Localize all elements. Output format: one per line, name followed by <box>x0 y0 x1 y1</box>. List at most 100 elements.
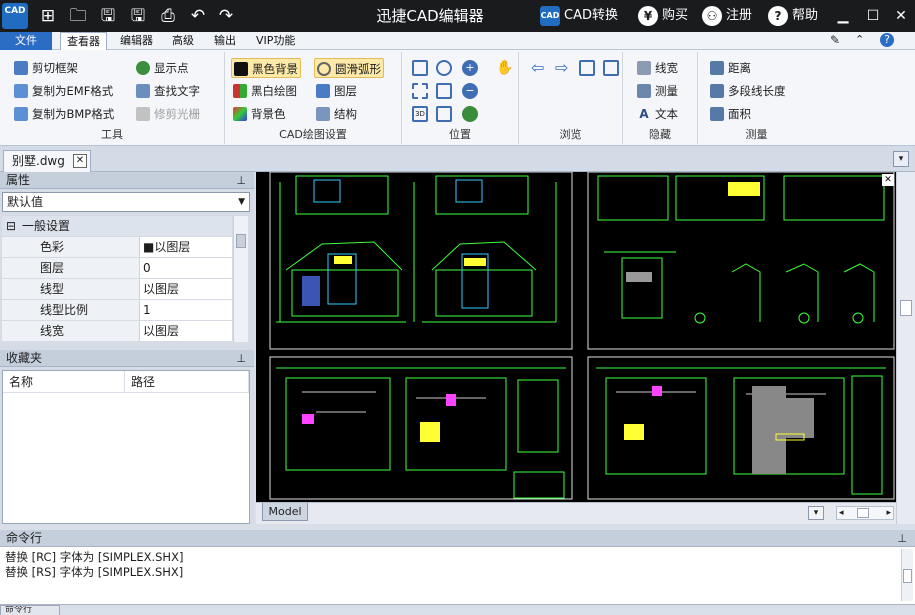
view-options-icon[interactable] <box>462 106 478 122</box>
app-logo[interactable]: CAD <box>2 3 28 29</box>
canvas-close-icon[interactable]: ✕ <box>882 174 894 186</box>
zoom-out-icon[interactable]: − <box>462 83 478 99</box>
close-button[interactable]: ✕ <box>890 5 912 27</box>
rotate-view-icon[interactable] <box>436 106 452 122</box>
property-row[interactable]: 线型比例 1 <box>2 300 232 321</box>
save-as-icon[interactable]: 🖫 <box>128 6 148 26</box>
area-label: 面积 <box>728 107 751 121</box>
arrow-left-icon[interactable]: ⇦ <box>531 60 547 76</box>
tab-advanced[interactable]: 高级 <box>166 32 200 50</box>
collapse-ribbon-icon[interactable]: ⌃ <box>855 33 864 46</box>
close-tab-icon[interactable]: ✕ <box>73 154 87 168</box>
command-output[interactable]: 替换 [RC] 字体为 [SIMPLEX.SHX] 替换 [RS] 字体为 [S… <box>0 547 915 605</box>
canvas-scroll-thumb[interactable] <box>900 300 912 316</box>
dimension-button[interactable]: 测量 <box>635 81 680 101</box>
tab-viewer[interactable]: 查看器 <box>60 32 107 51</box>
text-button[interactable]: A 文本 <box>635 104 680 124</box>
property-row[interactable]: 图层 0 <box>2 258 232 279</box>
export-view-icon[interactable] <box>603 60 619 76</box>
open-icon[interactable]: 🗀 <box>68 6 88 26</box>
tabs-dropdown-icon[interactable]: ▾ <box>893 151 909 167</box>
edit-icon[interactable]: ✎ <box>830 33 840 47</box>
properties-selector[interactable]: 默认值 ▼ <box>2 192 250 212</box>
save-icon[interactable]: 🖫 <box>98 6 118 26</box>
column-name[interactable]: 名称 <box>3 371 125 393</box>
pin-icon[interactable]: ⊥ <box>236 350 246 367</box>
layout-dropdown-icon[interactable]: ▾ <box>808 506 824 520</box>
property-group[interactable]: ⊟ 一般设置 <box>2 216 232 237</box>
scroll-left-icon[interactable]: ◂ <box>839 507 844 519</box>
print-icon[interactable]: ⎙ <box>158 6 178 26</box>
property-row[interactable]: 线型 以图层 <box>2 279 232 300</box>
copy-bmp-button[interactable]: 复制为BMP格式 <box>12 104 116 124</box>
property-row[interactable]: 色彩 ■以图层 <box>2 237 232 258</box>
zoom-window-icon[interactable] <box>436 60 452 76</box>
property-value[interactable]: 以图层 <box>139 279 232 299</box>
document-tab[interactable]: 别墅.dwg ✕ <box>3 150 91 172</box>
ribbon-help-icon[interactable]: ? <box>880 33 894 47</box>
arrow-right-icon[interactable]: ⇨ <box>555 60 571 76</box>
command-scrollbar[interactable] <box>901 549 913 601</box>
properties-scrollbar[interactable] <box>233 216 248 342</box>
pin-icon[interactable]: ⊥ <box>897 530 907 547</box>
tab-output[interactable]: 输出 <box>208 32 242 50</box>
property-value[interactable]: 0 <box>139 258 232 278</box>
zoom-previous-icon[interactable] <box>436 83 452 99</box>
3d-orbit-icon[interactable]: 3D <box>412 106 428 122</box>
command-tab[interactable]: 命令行 <box>0 605 60 615</box>
property-row[interactable]: 线宽 以图层 <box>2 321 232 342</box>
model-tab[interactable]: Model <box>262 503 308 521</box>
black-background-button[interactable]: 黑色背景 <box>231 58 301 78</box>
tab-file[interactable]: 文件 <box>0 32 52 50</box>
open-view-icon[interactable] <box>579 60 595 76</box>
horizontal-scrollbar[interactable]: ◂ ▸ <box>836 506 894 520</box>
minimize-button[interactable]: ▁ <box>832 5 854 27</box>
cad-convert-button[interactable]: CAD CAD转换 <box>540 5 618 27</box>
property-key: 图层 <box>40 261 65 275</box>
structure-icon <box>316 106 330 121</box>
tab-vip[interactable]: VIP功能 <box>250 32 301 50</box>
property-value[interactable]: 1 <box>139 300 232 320</box>
zoom-in-icon[interactable]: + <box>462 60 478 76</box>
find-text-button[interactable]: 查找文字 <box>134 81 202 101</box>
layers-button[interactable]: 图层 <box>314 81 359 101</box>
tab-editor[interactable]: 编辑器 <box>114 32 159 50</box>
structure-button[interactable]: 结构 <box>314 104 359 124</box>
area-button[interactable]: 面积 <box>708 104 753 124</box>
maximize-button[interactable]: ☐ <box>862 5 884 27</box>
property-value[interactable]: ■以图层 <box>139 237 232 257</box>
horizontal-scroll-thumb[interactable] <box>857 508 869 518</box>
zoom-extents-icon[interactable] <box>412 83 428 99</box>
properties-selector-value: 默认值 <box>7 195 44 209</box>
copy-emf-button[interactable]: 复制为EMF格式 <box>12 81 115 101</box>
redo-icon[interactable]: ↷ <box>216 6 236 26</box>
favorites-list[interactable]: 名称 路径 <box>2 370 250 524</box>
bw-drawing-button[interactable]: 黑白绘图 <box>231 81 299 101</box>
new-icon[interactable]: ⊞ <box>38 6 58 26</box>
help-button[interactable]: ? 帮助 <box>768 5 818 27</box>
background-color-button[interactable]: 背景色 <box>231 104 288 124</box>
register-button[interactable]: ⚇ 注册 <box>702 5 752 27</box>
distance-button[interactable]: 距离 <box>708 58 753 78</box>
drawing-canvas[interactable]: ✕ <box>256 172 896 502</box>
show-points-button[interactable]: 显示点 <box>134 58 191 78</box>
show-points-label: 显示点 <box>154 61 189 75</box>
lineweight-button[interactable]: 线宽 <box>635 58 680 78</box>
pan-hand-icon[interactable]: ✋ <box>496 60 513 76</box>
layers-label: 图层 <box>334 84 357 98</box>
smooth-arc-button[interactable]: 圆滑弧形 <box>314 58 384 78</box>
command-scroll-thumb[interactable] <box>903 569 912 583</box>
pin-icon[interactable]: ⊥ <box>236 172 246 189</box>
cut-frame-button[interactable]: 剪切框架 <box>12 58 80 78</box>
properties-scroll-thumb[interactable] <box>236 234 246 248</box>
canvas-vertical-scrollbar[interactable] <box>896 172 915 524</box>
buy-button[interactable]: ¥ 购买 <box>638 5 688 27</box>
polyline-length-button[interactable]: 多段线长度 <box>708 81 788 101</box>
property-value[interactable]: 以图层 <box>139 321 232 341</box>
collapse-group-icon[interactable]: ⊟ <box>6 216 16 236</box>
undo-icon[interactable]: ↶ <box>188 6 208 26</box>
trim-raster-button[interactable]: 修剪光栅 <box>134 104 202 124</box>
fit-window-icon[interactable] <box>412 60 428 76</box>
column-path[interactable]: 路径 <box>125 371 249 393</box>
scroll-right-icon[interactable]: ▸ <box>886 507 891 519</box>
